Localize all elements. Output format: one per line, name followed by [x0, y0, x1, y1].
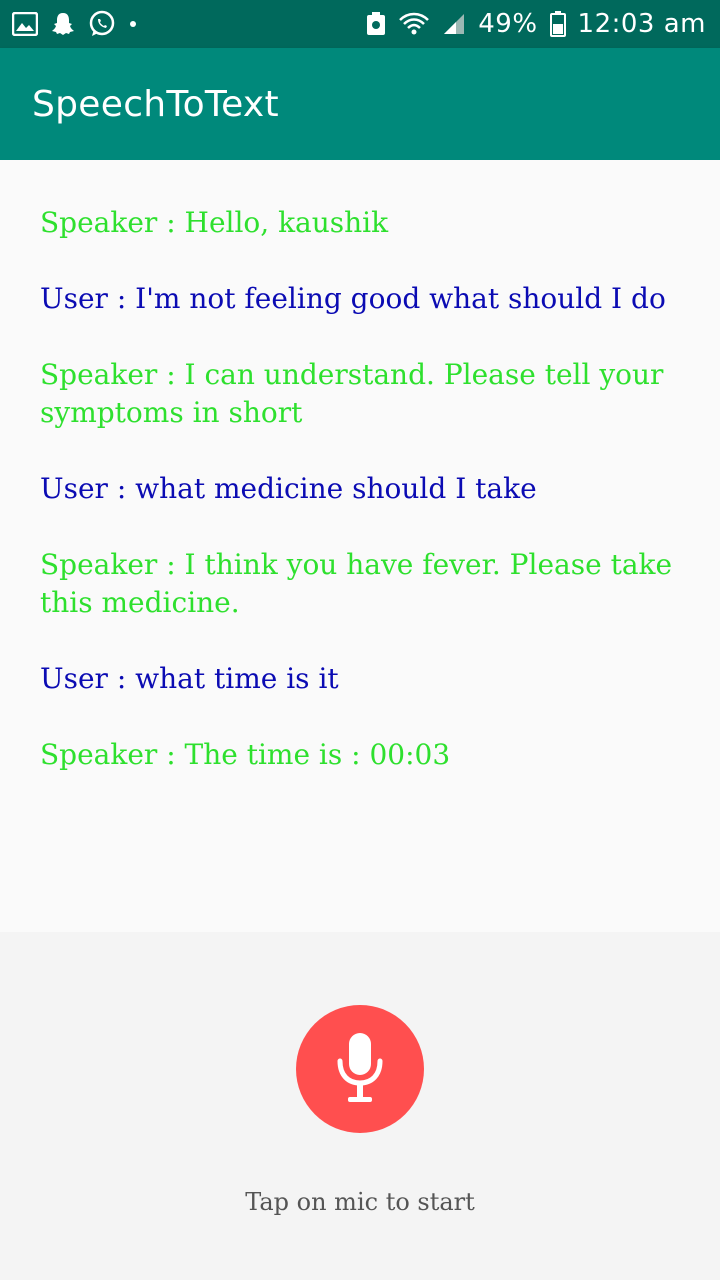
speaker-message: Speaker : The time is : 00:03 [40, 738, 451, 771]
dot-icon [128, 19, 138, 29]
speaker-message: Speaker : I can understand. Please tell … [40, 358, 664, 429]
status-bar: 49% 12:03 am [0, 0, 720, 48]
app-bar: SpeechToText [0, 48, 720, 160]
chat-transcript[interactable]: Speaker : Hello, kaushik User : I'm not … [0, 160, 720, 932]
user-message: User : what medicine should I take [40, 472, 537, 505]
system-icons: 49% 12:03 am [366, 9, 706, 39]
signal-icon [442, 12, 466, 36]
battery-icon [549, 11, 566, 37]
clock: 12:03 am [577, 9, 706, 39]
speaker-message: Speaker : I think you have fever. Please… [40, 548, 673, 619]
control-panel: Tap on mic to start [0, 932, 720, 1280]
app-title: SpeechToText [32, 83, 279, 125]
mic-hint: Tap on mic to start [245, 1188, 475, 1216]
speaker-message: Speaker : Hello, kaushik [40, 206, 389, 239]
wifi-icon [398, 11, 430, 37]
snapchat-icon [50, 11, 76, 37]
user-message: User : what time is it [40, 662, 339, 695]
battery-percent: 49% [478, 9, 538, 39]
gallery-icon [12, 12, 38, 36]
microphone-icon [337, 1033, 383, 1102]
notification-icons [12, 10, 138, 38]
whatsapp-icon [88, 10, 116, 38]
user-message: User : I'm not feeling good what should … [40, 282, 666, 315]
mic-button[interactable] [296, 1005, 424, 1133]
save-icon [366, 12, 386, 36]
